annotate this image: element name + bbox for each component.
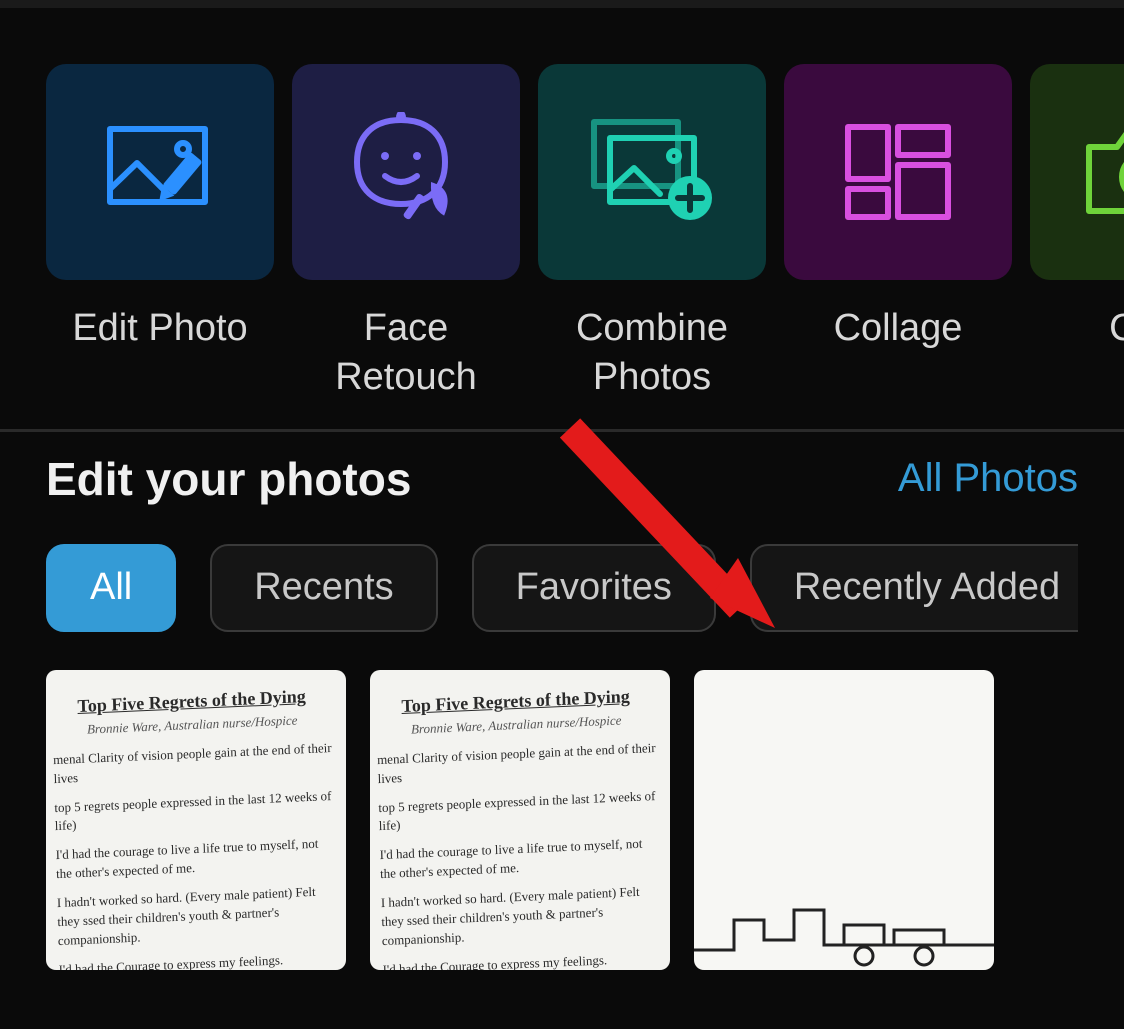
tool-label: Collage <box>834 304 963 353</box>
tool-edit-photo[interactable]: Edit Photo <box>46 64 274 403</box>
filter-recents[interactable]: Recents <box>210 544 437 632</box>
tool-label: Cap <box>1109 304 1124 353</box>
all-photos-link[interactable]: All Photos <box>898 456 1078 501</box>
tool-label: Combine Photos <box>538 304 766 403</box>
tool-label: Face Retouch <box>292 304 520 403</box>
collage-icon <box>784 64 1012 280</box>
tool-face-retouch[interactable]: Face Retouch <box>292 64 520 403</box>
combine-photos-icon <box>538 64 766 280</box>
tool-label: Edit Photo <box>72 304 247 353</box>
photos-row: Top Five Regrets of the Dying Bronnie Wa… <box>0 670 1124 970</box>
face-retouch-icon <box>292 64 520 280</box>
sketch-preview <box>694 890 994 970</box>
filter-favorites[interactable]: Favorites <box>472 544 716 632</box>
section-title: Edit your photos <box>46 452 411 506</box>
edit-photo-icon <box>46 64 274 280</box>
photo-thumbnail[interactable]: Top Five Regrets of the Dying Bronnie Wa… <box>46 670 346 970</box>
tool-capture[interactable]: Cap <box>1030 64 1124 403</box>
document-preview: Top Five Regrets of the Dying Bronnie Wa… <box>370 670 670 970</box>
photo-thumbnail[interactable]: Top Five Regrets of the Dying Bronnie Wa… <box>370 670 670 970</box>
photo-thumbnail[interactable] <box>694 670 994 970</box>
filter-recently-added[interactable]: Recently Added <box>750 544 1078 632</box>
filter-row: All Recents Favorites Recently Added <box>46 544 1078 632</box>
top-bar <box>0 0 1124 8</box>
edit-photos-section: Edit your photos All Photos All Recents … <box>0 432 1124 632</box>
document-preview: Top Five Regrets of the Dying Bronnie Wa… <box>46 670 346 970</box>
tools-row: Edit Photo Face Retouch <box>0 8 1124 403</box>
tool-collage[interactable]: Collage <box>784 64 1012 403</box>
filter-all[interactable]: All <box>46 544 176 632</box>
capture-icon <box>1030 64 1124 280</box>
section-header: Edit your photos All Photos <box>46 452 1078 506</box>
tool-combine-photos[interactable]: Combine Photos <box>538 64 766 403</box>
